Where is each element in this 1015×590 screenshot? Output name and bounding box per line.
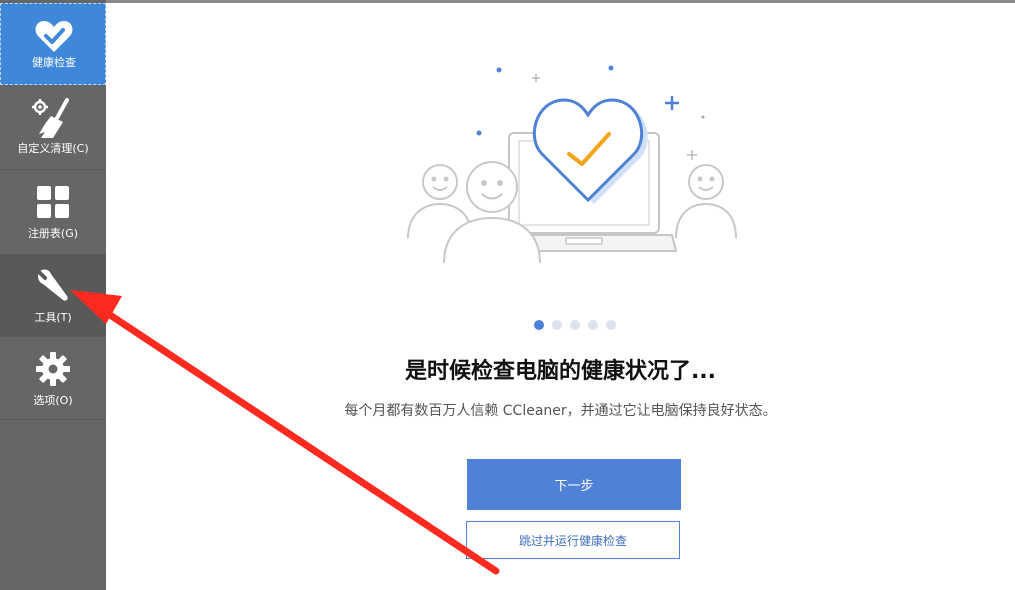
- broom-icon: [0, 97, 106, 141]
- sidebar-item-custom-clean[interactable]: 自定义清理(C): [0, 87, 106, 169]
- pager-dot[interactable]: [570, 320, 580, 330]
- sidebar: 健康检查 自定义清理(C) 注册表(G) 工具(T) 选项(O): [0, 0, 106, 590]
- sidebar-item-options[interactable]: 选项(O): [0, 337, 106, 419]
- carousel-pager: [534, 320, 616, 332]
- gear-icon: [0, 347, 106, 391]
- sparkle-plus: [687, 150, 697, 160]
- main-content: 是时候检查电脑的健康状况了... 每个月都有数百万人信赖 CCleaner，并通…: [106, 3, 1015, 590]
- sparkle-dot: [496, 67, 502, 73]
- skip-and-run-health-check-button[interactable]: 跳过并运行健康检查: [466, 521, 680, 559]
- next-button[interactable]: 下一步: [467, 459, 681, 510]
- sidebar-item-label: 选项(O): [33, 394, 73, 407]
- pager-dot[interactable]: [588, 320, 598, 330]
- sparkle-dot: [701, 115, 705, 119]
- sidebar-item-health-check[interactable]: 健康检查: [0, 3, 106, 85]
- sidebar-divider: [0, 419, 106, 420]
- sidebar-item-registry[interactable]: 注册表(G): [0, 170, 106, 252]
- pager-dot[interactable]: [534, 320, 544, 330]
- pager-dot[interactable]: [552, 320, 562, 330]
- sidebar-item-label: 健康检查: [32, 56, 76, 69]
- sparkle-plus: [532, 74, 540, 82]
- sparkle-dot: [476, 130, 482, 136]
- pager-dot[interactable]: [606, 320, 616, 330]
- sparkle-dot: [608, 65, 614, 71]
- page-subtitle: 每个月都有数百万人信赖 CCleaner，并通过它让电脑保持良好状态。: [344, 403, 777, 419]
- grid-icon: [0, 180, 106, 224]
- sidebar-item-label: 工具(T): [34, 311, 72, 324]
- sidebar-item-tools[interactable]: 工具(T): [0, 254, 106, 336]
- sidebar-item-label: 注册表(G): [27, 227, 79, 240]
- sidebar-item-label: 自定义清理(C): [17, 142, 89, 155]
- person-icon: [675, 164, 737, 239]
- heart-check-icon: [1, 14, 107, 58]
- wrench-icon: [0, 264, 106, 308]
- health-check-illustration: [407, 65, 737, 264]
- page-title: 是时候检查电脑的健康状况了...: [404, 359, 717, 384]
- sparkle-plus: [665, 96, 679, 110]
